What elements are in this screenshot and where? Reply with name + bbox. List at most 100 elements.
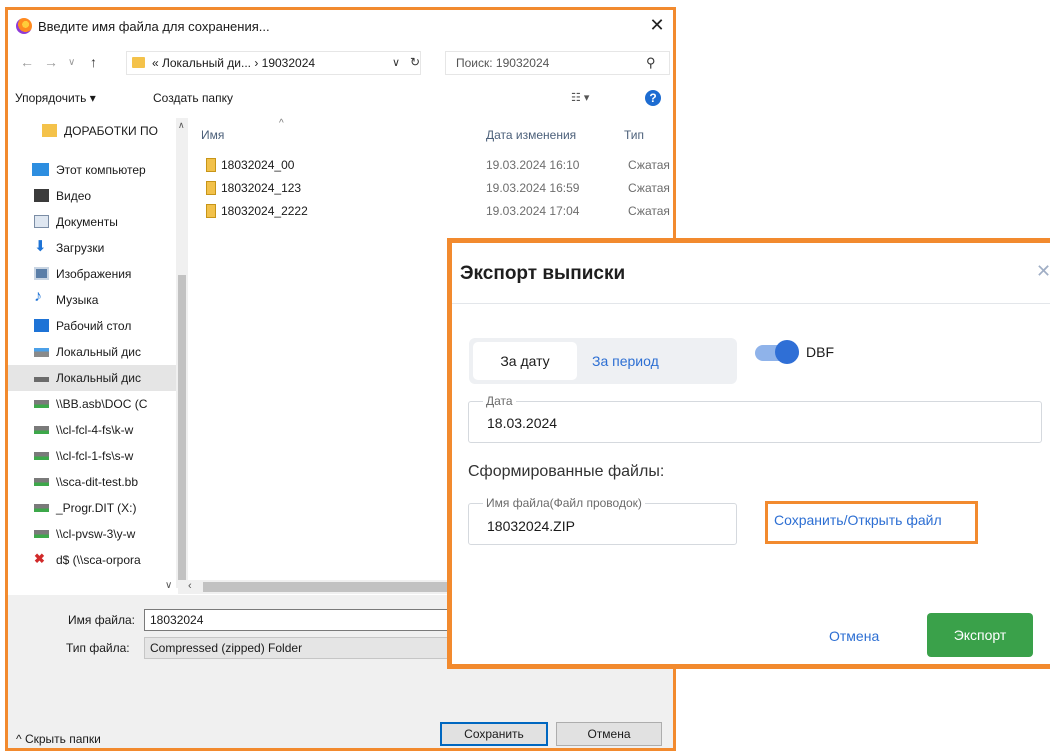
computer-icon: [32, 163, 49, 176]
dbf-toggle-knob[interactable]: [775, 340, 799, 364]
nav-label: Локальный дис: [56, 371, 141, 385]
file-name: 18032024_2222: [221, 204, 308, 218]
help-icon[interactable]: ?: [645, 90, 661, 106]
disconnected-drive-icon: ✖: [34, 551, 45, 566]
nav-item-local-disk[interactable]: Локальный дис: [8, 339, 178, 365]
nav-label: d$ (\\sca-orpora: [56, 553, 141, 567]
filename-input[interactable]: 18032024: [144, 609, 454, 631]
filetype-value: Compressed (zipped) Folder: [150, 641, 303, 655]
nav-item-network[interactable]: \\cl-fcl-1-fs\s-w: [8, 443, 178, 469]
address-bar[interactable]: « Локальный ди... › 19032024 ∨ ↻: [126, 51, 421, 75]
column-header-date[interactable]: Дата изменения: [486, 128, 576, 142]
nav-item-this-pc[interactable]: Этот компьютер: [8, 157, 178, 183]
hide-folders-toggle[interactable]: ^ Скрыть папки: [16, 732, 101, 746]
date-value: 18.03.2024: [487, 415, 558, 431]
search-input[interactable]: Поиск: 19032024 ⚲: [445, 51, 670, 75]
refresh-icon[interactable]: ↻: [410, 55, 420, 69]
zip-folder-icon: [206, 181, 216, 195]
recent-chevron-icon[interactable]: ∨: [68, 57, 75, 68]
folder-icon: [42, 124, 57, 137]
nav-item-network[interactable]: \\BB.asb\DOC (C: [8, 391, 178, 417]
save-button[interactable]: Сохранить: [440, 722, 548, 746]
documents-icon: [34, 215, 49, 228]
scroll-down-icon[interactable]: ∨: [165, 580, 172, 591]
cancel-button[interactable]: Отмена: [556, 722, 662, 746]
file-type: Сжатая Z: [628, 181, 676, 195]
music-icon: ♪: [34, 288, 42, 305]
nav-label: ДОРАБОТКИ ПО: [64, 124, 158, 138]
nav-item-network[interactable]: \\cl-pvsw-3\y-w: [8, 521, 178, 547]
nav-item-network[interactable]: \\sca-dit-test.bb: [8, 469, 178, 495]
downloads-icon: ⬇: [34, 238, 47, 255]
search-icon: ⚲: [646, 55, 656, 70]
nav-item-images[interactable]: Изображения: [8, 261, 178, 287]
column-header-type[interactable]: Тип: [624, 128, 644, 142]
file-row[interactable]: 18032024_2222 19.03.2024 17:04 Сжатая Z: [204, 202, 676, 224]
nav-scroll-thumb[interactable]: [178, 275, 186, 585]
modal-divider: [452, 303, 1050, 304]
scroll-up-icon[interactable]: ∧: [178, 120, 185, 131]
save-open-file-link[interactable]: Сохранить/Открыть файл: [774, 512, 942, 528]
modal-title: Экспорт выписки: [460, 263, 626, 284]
nav-label: Локальный дис: [56, 345, 141, 359]
filetype-label: Тип файла:: [66, 641, 130, 655]
nav-item-network[interactable]: \\cl-fcl-4-fs\k-w: [8, 417, 178, 443]
nav-item-documents[interactable]: Документы: [8, 209, 178, 235]
nav-item-local-disk-selected[interactable]: Локальный дис: [8, 365, 178, 391]
back-arrow-icon[interactable]: ←: [20, 54, 34, 70]
date-label: Дата: [483, 394, 516, 408]
zip-folder-icon: [206, 158, 216, 172]
file-row[interactable]: 18032024_123 19.03.2024 16:59 Сжатая Z: [204, 179, 676, 201]
up-arrow-icon[interactable]: ↑: [90, 54, 97, 70]
nav-label: Изображения: [56, 267, 132, 281]
scroll-left-icon[interactable]: ‹: [188, 580, 192, 592]
chevron-down-icon[interactable]: ∨: [392, 56, 400, 69]
file-date: 19.03.2024 16:10: [486, 158, 580, 172]
network-drive-icon: [34, 452, 49, 460]
new-folder-button[interactable]: Создать папку: [153, 91, 233, 105]
close-icon[interactable]: ✕: [648, 15, 666, 36]
nav-label: Видео: [56, 189, 92, 203]
forward-arrow-icon[interactable]: →: [44, 54, 58, 70]
export-button[interactable]: Экспорт: [927, 613, 1033, 657]
nav-label: Загрузки: [56, 241, 105, 255]
network-drive-icon: [34, 400, 49, 408]
address-path: « Локальный ди... › 19032024: [152, 56, 316, 70]
dialog-titlebar: Введите имя файла для сохранения... ✕: [8, 10, 673, 44]
filetype-select[interactable]: Compressed (zipped) Folder: [144, 637, 454, 659]
nav-label: Музыка: [56, 293, 99, 307]
nav-item-desktop[interactable]: Рабочий стол: [8, 313, 178, 339]
nav-label: Этот компьютер: [56, 163, 146, 177]
drive-icon: [34, 377, 49, 382]
generated-filename-label: Имя файла(Файл проводок): [483, 496, 645, 510]
nav-item-folder[interactable]: ДОРАБОТКИ ПО: [8, 118, 178, 144]
network-drive-icon: [34, 504, 49, 512]
tab-by-period[interactable]: За период: [592, 353, 659, 369]
network-drive-icon: [34, 426, 49, 434]
file-row[interactable]: 18032024_00 19.03.2024 16:10 Сжатая Z: [204, 156, 676, 178]
folder-icon: [132, 57, 145, 68]
nav-label: \\cl-fcl-1-fs\s-w: [56, 449, 134, 463]
nav-item-music[interactable]: ♪ Музыка: [8, 287, 178, 313]
column-header-name[interactable]: Имя: [201, 128, 224, 142]
organize-button[interactable]: Упорядочить ▾: [15, 91, 96, 105]
file-type: Сжатая Z: [628, 204, 676, 218]
nav-item-video[interactable]: Видео: [8, 183, 178, 209]
zip-folder-icon: [206, 204, 216, 218]
cancel-button[interactable]: Отмена: [829, 628, 879, 644]
sort-ascending-icon: ^: [279, 118, 284, 129]
nav-item-downloads[interactable]: ⬇ Загрузки: [8, 235, 178, 261]
horizontal-scroll-thumb[interactable]: [203, 582, 458, 592]
navigation-pane: ДОРАБОТКИ ПО Этот компьютер Видео Докуме…: [8, 118, 178, 593]
nav-label: Рабочий стол: [56, 319, 132, 333]
nav-item-network[interactable]: _Progr.DIT (X:): [8, 495, 178, 521]
nav-label: \\sca-dit-test.bb: [56, 475, 139, 489]
tab-by-date[interactable]: За дату: [473, 342, 577, 380]
dbf-toggle-label: DBF: [806, 344, 834, 360]
nav-label: \\cl-pvsw-3\y-w: [56, 527, 136, 541]
close-icon[interactable]: ✕: [1036, 261, 1050, 282]
view-options-icon[interactable]: ☷ ▾: [571, 91, 589, 104]
file-type: Сжатая Z: [628, 158, 676, 172]
nav-item-disconnected-drive[interactable]: ✖ d$ (\\sca-orpora: [8, 547, 178, 573]
nav-label: _Progr.DIT (X:): [56, 501, 137, 515]
